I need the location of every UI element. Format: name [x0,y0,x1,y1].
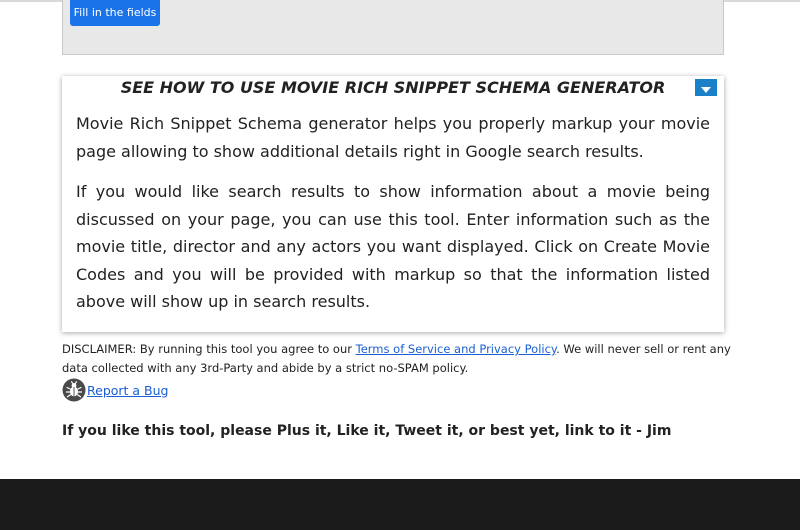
terms-privacy-link[interactable]: Terms of Service and Privacy Policy [356,342,556,356]
how-to-panel: SEE HOW TO USE MOVIE RICH SNIPPET SCHEMA… [62,76,724,332]
bug-icon [62,378,86,402]
how-to-body: Movie Rich Snippet Schema generator help… [76,110,710,329]
report-bug-link[interactable]: Report a Bug [87,383,168,398]
report-bug-row: Report a Bug [62,378,168,402]
like-tool-message: If you like this tool, please Plus it, L… [62,423,672,439]
triangle-down-icon [701,87,711,93]
page-footer [0,479,800,530]
how-to-paragraph: Movie Rich Snippet Schema generator help… [76,114,710,161]
disclaimer-text: DISCLAIMER: By running this tool you agr… [62,340,732,378]
form-panel: Fill in the fields [62,0,724,55]
how-to-paragraph: If you would like search results to show… [76,182,710,311]
fill-in-fields-button[interactable]: Fill in the fields [70,0,160,26]
disclaimer-prefix: DISCLAIMER: By running this tool you agr… [62,342,356,356]
how-to-title[interactable]: SEE HOW TO USE MOVIE RICH SNIPPET SCHEMA… [62,77,724,99]
collapse-toggle-button[interactable] [695,79,717,96]
